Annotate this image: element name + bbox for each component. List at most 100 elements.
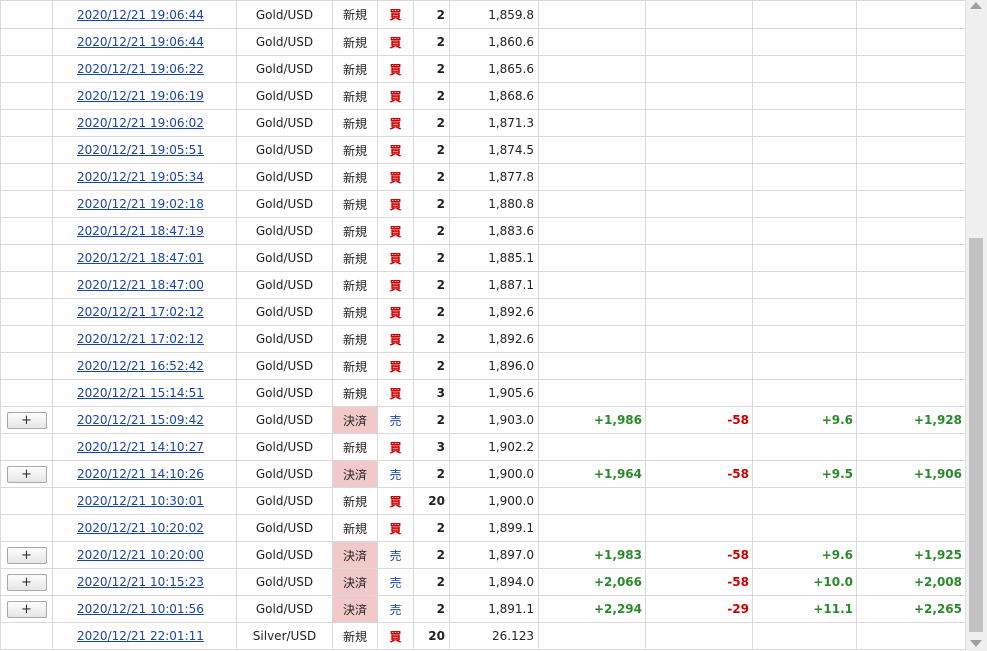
datetime-link[interactable]: 2020/12/21 18:47:00 xyxy=(77,278,204,292)
price-cell: 1,891.1 xyxy=(449,595,539,623)
symbol-cell: Gold/USD xyxy=(236,190,333,218)
datetime-link[interactable]: 2020/12/21 17:02:12 xyxy=(77,305,204,319)
quantity-cell: 2 xyxy=(413,217,450,245)
datetime-link[interactable]: 2020/12/21 19:05:51 xyxy=(77,143,204,157)
fee-cell xyxy=(645,271,753,299)
expand-button[interactable]: + xyxy=(6,411,47,429)
total-cell xyxy=(856,136,965,164)
fee-cell xyxy=(645,190,753,218)
datetime-cell: 2020/12/21 18:47:00 xyxy=(52,271,237,299)
scrollbar-thumb[interactable] xyxy=(969,238,983,632)
quantity-cell: 2 xyxy=(413,568,450,596)
fee-cell xyxy=(645,28,753,56)
price-cell: 1,899.1 xyxy=(449,514,539,542)
quantity-cell: 20 xyxy=(413,622,450,650)
datetime-link[interactable]: 2020/12/21 15:09:42 xyxy=(77,413,204,427)
order-type-cell: 新規 xyxy=(332,28,378,56)
quantity-cell: 2 xyxy=(413,136,450,164)
swap-cell xyxy=(752,325,857,353)
datetime-link[interactable]: 2020/12/21 18:47:19 xyxy=(77,224,204,238)
quantity-cell: 2 xyxy=(413,541,450,569)
expand-cell: + xyxy=(0,541,53,569)
symbol-cell: Gold/USD xyxy=(236,244,333,272)
quantity-cell: 2 xyxy=(413,55,450,83)
symbol-cell: Gold/USD xyxy=(236,82,333,110)
datetime-link[interactable]: 2020/12/21 10:30:01 xyxy=(77,494,204,508)
side-cell: 買 xyxy=(377,514,414,542)
datetime-link[interactable]: 2020/12/21 14:10:26 xyxy=(77,467,204,481)
datetime-cell: 2020/12/21 18:47:01 xyxy=(52,244,237,272)
expand-cell xyxy=(0,379,53,407)
datetime-cell: 2020/12/21 22:01:11 xyxy=(52,622,237,650)
side-cell: 買 xyxy=(377,0,414,29)
datetime-link[interactable]: 2020/12/21 17:02:12 xyxy=(77,332,204,346)
datetime-link[interactable]: 2020/12/21 19:06:44 xyxy=(77,35,204,49)
datetime-link[interactable]: 2020/12/21 16:52:42 xyxy=(77,359,204,373)
expand-button[interactable]: + xyxy=(6,546,47,564)
datetime-link[interactable]: 2020/12/21 22:01:11 xyxy=(77,629,204,643)
price-cell: 1,887.1 xyxy=(449,271,539,299)
price-cell: 1,897.0 xyxy=(449,541,539,569)
datetime-link[interactable]: 2020/12/21 19:06:22 xyxy=(77,62,204,76)
datetime-link[interactable]: 2020/12/21 10:01:56 xyxy=(77,602,204,616)
total-cell xyxy=(856,163,965,191)
datetime-link[interactable]: 2020/12/21 10:20:00 xyxy=(77,548,204,562)
symbol-cell: Gold/USD xyxy=(236,217,333,245)
symbol-cell: Gold/USD xyxy=(236,163,333,191)
table-row: 2020/12/21 18:47:00 Gold/USD 新規買 2 1,887.1 xyxy=(0,271,965,299)
expand-button[interactable]: + xyxy=(6,465,47,483)
datetime-link[interactable]: 2020/12/21 14:10:27 xyxy=(77,440,204,454)
datetime-link[interactable]: 2020/12/21 18:47:01 xyxy=(77,251,204,265)
datetime-link[interactable]: 2020/12/21 19:02:18 xyxy=(77,197,204,211)
fee-cell xyxy=(645,55,753,83)
datetime-link[interactable]: 2020/12/21 15:14:51 xyxy=(77,386,204,400)
datetime-link[interactable]: 2020/12/21 10:15:23 xyxy=(77,575,204,589)
order-type-cell: 新規 xyxy=(332,0,378,29)
swap-cell xyxy=(752,244,857,272)
swap-cell: +10.0 xyxy=(752,568,857,596)
symbol-cell: Gold/USD xyxy=(236,109,333,137)
total-cell: +2,265 xyxy=(856,595,965,623)
profit-cell xyxy=(538,82,646,110)
profit-cell xyxy=(538,109,646,137)
side-cell: 買 xyxy=(377,271,414,299)
price-cell: 1,859.8 xyxy=(449,0,539,29)
side-cell: 売 xyxy=(377,460,414,488)
price-cell: 1,874.5 xyxy=(449,136,539,164)
total-cell xyxy=(856,622,965,650)
side-cell: 買 xyxy=(377,109,414,137)
datetime-link[interactable]: 2020/12/21 19:05:34 xyxy=(77,170,204,184)
datetime-cell: 2020/12/21 15:09:42 xyxy=(52,406,237,434)
symbol-cell: Gold/USD xyxy=(236,487,333,515)
table-row: 2020/12/21 14:10:27 Gold/USD 新規買 3 1,902.2 xyxy=(0,433,965,461)
swap-cell xyxy=(752,352,857,380)
scroll-down-arrow-icon[interactable] xyxy=(970,640,982,647)
symbol-cell: Gold/USD xyxy=(236,514,333,542)
quantity-cell: 2 xyxy=(413,28,450,56)
datetime-link[interactable]: 2020/12/21 19:06:19 xyxy=(77,89,204,103)
side-cell: 買 xyxy=(377,244,414,272)
datetime-link[interactable]: 2020/12/21 19:06:44 xyxy=(77,8,204,22)
scroll-up-arrow-icon[interactable] xyxy=(970,2,982,9)
vertical-scrollbar[interactable] xyxy=(965,0,987,651)
order-type-cell: 新規 xyxy=(332,244,378,272)
expand-button[interactable]: + xyxy=(6,600,47,618)
fee-cell xyxy=(645,514,753,542)
side-cell: 買 xyxy=(377,298,414,326)
quantity-cell: 3 xyxy=(413,379,450,407)
swap-cell: +9.6 xyxy=(752,541,857,569)
price-cell: 1,900.0 xyxy=(449,487,539,515)
total-cell: +1,928 xyxy=(856,406,965,434)
datetime-link[interactable]: 2020/12/21 19:06:02 xyxy=(77,116,204,130)
datetime-cell: 2020/12/21 19:06:02 xyxy=(52,109,237,137)
profit-cell xyxy=(538,0,646,29)
order-type-cell: 新規 xyxy=(332,136,378,164)
expand-button[interactable]: + xyxy=(6,573,47,591)
expand-cell xyxy=(0,82,53,110)
quantity-cell: 2 xyxy=(413,460,450,488)
datetime-link[interactable]: 2020/12/21 10:20:02 xyxy=(77,521,204,535)
price-cell: 1,892.6 xyxy=(449,325,539,353)
table-row: 2020/12/21 19:02:18 Gold/USD 新規買 2 1,880.8 xyxy=(0,190,965,218)
fee-cell: -58 xyxy=(645,568,753,596)
expand-cell xyxy=(0,109,53,137)
